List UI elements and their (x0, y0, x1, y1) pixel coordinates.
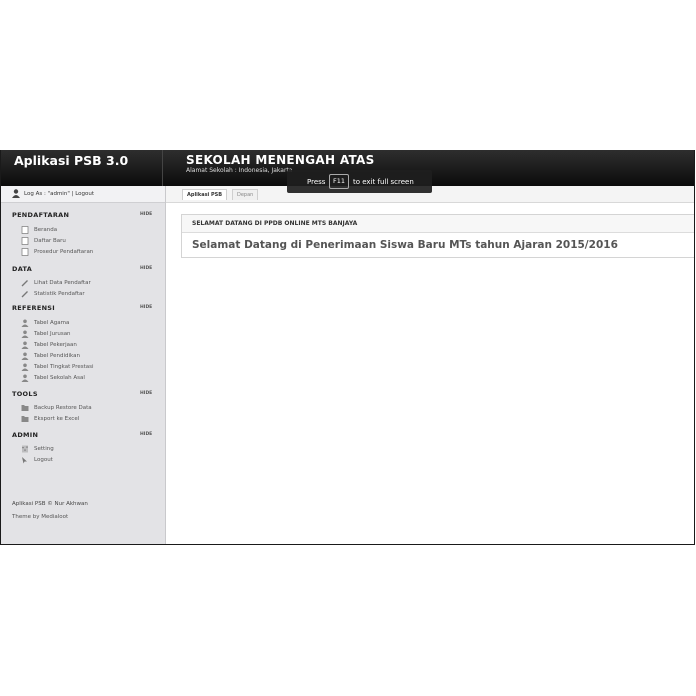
user-icon (21, 352, 29, 360)
sidebar-item-label: Logout (34, 457, 53, 463)
sidebar-section-tools: TOOLS (12, 390, 38, 398)
sidebar-item-label: Backup Restore Data (34, 405, 92, 411)
school-name: SEKOLAH MENENGAH ATAS (186, 153, 375, 167)
hide-toggle[interactable]: HIDE (140, 432, 152, 437)
sidebar-item-label: Lihat Data Pendaftar (34, 280, 91, 286)
tab-depan[interactable]: Depan (232, 189, 259, 200)
sidebar-item-label: Eksport ke Excel (34, 416, 80, 422)
folder-icon (21, 404, 29, 412)
sidebar-item-label: Statistik Pendaftar (34, 291, 85, 297)
welcome-header: SELAMAT DATANG DI PPDB ONLINE MTS BANJAY… (182, 215, 694, 233)
pencil-icon (21, 279, 29, 287)
page-icon (21, 248, 29, 256)
fullscreen-notice-suffix: to exit full screen (353, 178, 414, 186)
sidebar-section-pendaftaran: PENDAFTARAN (12, 211, 70, 219)
user-bar-text[interactable]: Log As : "admin" | Logout (24, 191, 94, 197)
user-icon (21, 319, 29, 327)
pencil-icon (21, 290, 29, 298)
sidebar-item-label: Tabel Sekolah Asal (34, 375, 85, 381)
fullscreen-notice-prefix: Press (307, 178, 326, 186)
footer-theme: Theme by Medialoot (12, 514, 69, 520)
school-address: Alamat Sekolah : Indonesia, Jakarta (186, 167, 293, 174)
user-icon (12, 189, 20, 198)
sidebar-item-label: Tabel Jurusan (34, 331, 71, 337)
sidebar-item-label: Tabel Pendidikan (34, 353, 80, 359)
sliders-icon (21, 445, 29, 453)
hide-toggle[interactable]: HIDE (140, 305, 152, 310)
user-bar: Log As : "admin" | Logout (1, 186, 165, 203)
footer-credit: Aplikasi PSB © Nur Akhwan (12, 501, 88, 507)
welcome-header-text: SELAMAT DATANG DI PPDB ONLINE MTS BANJAY… (192, 220, 358, 227)
main-content: Aplikasi PSB Depan SELAMAT DATANG DI PPD… (166, 186, 694, 544)
hide-toggle[interactable]: HIDE (140, 266, 152, 271)
sidebar-section-admin: ADMIN (12, 431, 39, 439)
folder-icon (21, 415, 29, 423)
hide-toggle[interactable]: HIDE (140, 212, 152, 217)
hide-toggle[interactable]: HIDE (140, 391, 152, 396)
sidebar-item-label: Tabel Tingkat Prestasi (34, 364, 94, 370)
cursor-icon (21, 456, 29, 464)
page-icon (21, 226, 29, 234)
user-icon (21, 374, 29, 382)
app-title[interactable]: Aplikasi PSB 3.0 (14, 153, 128, 168)
user-icon (21, 341, 29, 349)
sidebar-item-label: Setting (34, 446, 54, 452)
sidebar-item-label: Prosedur Pendaftaran (34, 249, 94, 255)
sidebar: Log As : "admin" | Logout PENDAFTARAN HID… (1, 186, 166, 544)
brand: Aplikasi PSB 3.0 (1, 150, 163, 186)
tab-aplikasi-psb[interactable]: Aplikasi PSB (182, 189, 228, 200)
sidebar-section-referensi: REFERENSI (12, 304, 56, 312)
sidebar-item-label: Tabel Agama (34, 320, 70, 326)
user-icon (21, 363, 29, 371)
sidebar-item-label: Tabel Pekerjaan (34, 342, 77, 348)
welcome-message: Selamat Datang di Penerimaan Siswa Baru … (192, 239, 618, 251)
sidebar-section-data: DATA (12, 265, 33, 273)
f11-key: F11 (329, 174, 349, 189)
sidebar-item-label: Beranda (34, 227, 58, 233)
page-icon (21, 237, 29, 245)
user-icon (21, 330, 29, 338)
fullscreen-notice: Press F11 to exit full screen (287, 170, 432, 193)
welcome-panel: SELAMAT DATANG DI PPDB ONLINE MTS BANJAY… (181, 214, 694, 258)
sidebar-item-label: Daftar Baru (34, 238, 66, 244)
app-window: Aplikasi PSB 3.0 SEKOLAH MENENGAH ATAS A… (0, 150, 695, 545)
